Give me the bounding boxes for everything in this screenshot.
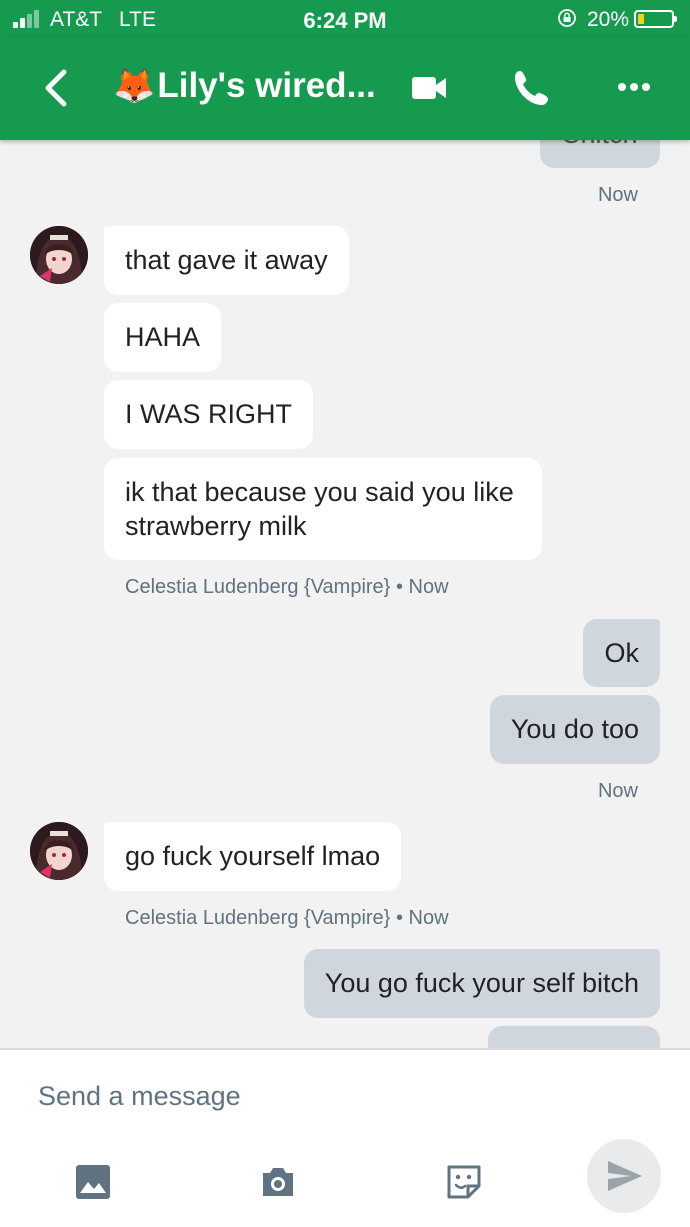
- outgoing-message[interactable]: Chitch: [540, 140, 660, 168]
- status-bar: AT&T LTE 6:24 PM 20%: [0, 0, 690, 38]
- sender-info: Celestia Ludenberg {Vampire} • Now: [125, 907, 449, 930]
- incoming-message[interactable]: HAHA: [104, 303, 222, 372]
- sticker-icon[interactable]: [446, 1164, 482, 1200]
- orientation-lock-icon: [558, 9, 576, 27]
- back-icon[interactable]: [38, 68, 74, 108]
- sender-name: Celestia Ludenberg {Vampire}: [125, 907, 391, 929]
- sender-name: Celestia Ludenberg {Vampire}: [125, 576, 391, 598]
- outgoing-message[interactable]: Ok: [583, 619, 660, 687]
- outgoing-message[interactable]: You go fuck your self bitch: [303, 949, 660, 1018]
- incoming-message[interactable]: go fuck yourself lmao: [104, 822, 402, 891]
- message-timestamp: Now: [597, 780, 638, 802]
- battery-percent: 20%: [587, 8, 630, 31]
- incoming-message[interactable]: I WAS RIGHT: [104, 380, 313, 449]
- message-timestamp: Now: [597, 184, 638, 206]
- send-button[interactable]: [587, 1139, 661, 1213]
- video-call-icon[interactable]: [410, 74, 448, 102]
- message-composer: [0, 1048, 690, 1227]
- avatar[interactable]: [30, 822, 88, 880]
- incoming-message[interactable]: that gave it away: [104, 226, 349, 295]
- phone-call-icon[interactable]: [512, 68, 552, 108]
- message-list[interactable]: Chitch Now that gave it away HAHA I WAS …: [0, 140, 690, 1048]
- conversation-header: 🦊Lily's wired...: [0, 38, 690, 140]
- outgoing-message[interactable]: You do too: [489, 695, 660, 764]
- incoming-message[interactable]: ik that because you said you like strawb…: [104, 458, 542, 560]
- more-icon[interactable]: [617, 82, 651, 92]
- battery-icon: [634, 10, 677, 28]
- fox-emoji: 🦊: [113, 67, 156, 105]
- conversation-title-text: Lily's wired...: [157, 66, 376, 105]
- sender-info: Celestia Ludenberg {Vampire} • Now: [125, 576, 449, 599]
- sender-time: • Now: [395, 907, 449, 929]
- message-input[interactable]: [38, 1076, 538, 1116]
- conversation-title[interactable]: 🦊Lily's wired...: [113, 66, 376, 106]
- send-icon: [608, 1161, 642, 1191]
- camera-icon[interactable]: [260, 1164, 296, 1200]
- sender-time: • Now: [395, 576, 449, 598]
- image-icon[interactable]: [75, 1164, 111, 1200]
- avatar[interactable]: [30, 226, 88, 284]
- outgoing-message[interactable]: [488, 1026, 660, 1048]
